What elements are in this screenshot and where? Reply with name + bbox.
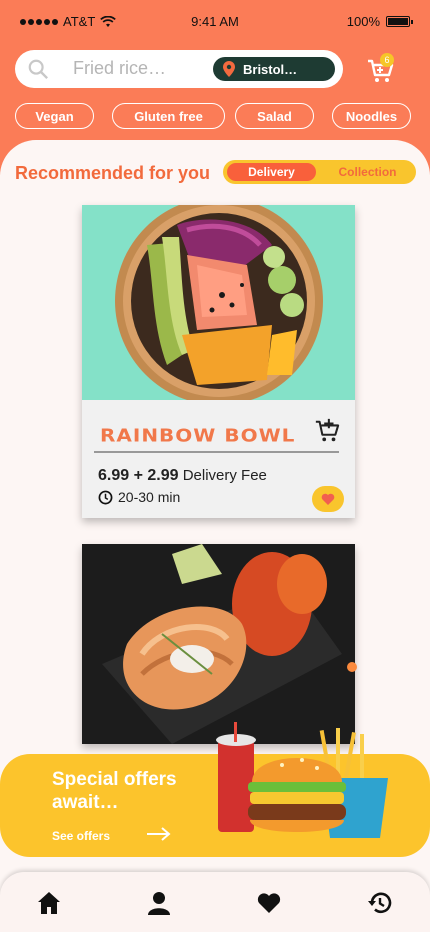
map-pin-icon xyxy=(223,61,235,77)
home-icon[interactable] xyxy=(36,890,62,916)
offer-title: Special offers await… xyxy=(52,769,177,813)
search-bar[interactable]: Bristol… xyxy=(15,50,343,88)
decorative-dot xyxy=(347,662,357,672)
divider xyxy=(94,451,339,453)
battery-label: 100% xyxy=(346,14,380,29)
location-selector[interactable]: Bristol… xyxy=(213,57,335,81)
food-card-2[interactable] xyxy=(82,544,355,744)
toggle-collection[interactable]: Collection xyxy=(323,163,412,181)
cart-badge: 6 xyxy=(380,53,394,67)
battery-icon xyxy=(386,16,413,27)
profile-icon[interactable] xyxy=(146,890,172,916)
delivery-toggle[interactable]: Delivery Collection xyxy=(223,160,416,184)
favorite-button[interactable] xyxy=(312,486,344,512)
location-label: Bristol… xyxy=(243,61,298,77)
bottom-tab-bar xyxy=(0,872,430,932)
see-offers-link[interactable]: See offers xyxy=(52,829,110,843)
food-image xyxy=(82,205,355,400)
food-image-2 xyxy=(82,544,355,744)
battery-status: 100% xyxy=(346,14,413,29)
food-name: RAINBOW BOWL xyxy=(100,424,296,446)
delivery-fee-label: Delivery Fee xyxy=(182,467,267,484)
food-card[interactable]: RAINBOW BOWL 6.99 + 2.99 Delivery Fee 20… xyxy=(82,205,355,518)
favorites-heart-icon[interactable] xyxy=(256,890,282,916)
toggle-delivery[interactable]: Delivery xyxy=(227,163,316,181)
chip-vegan[interactable]: Vegan xyxy=(15,103,94,129)
section-title: Recommended for you xyxy=(15,163,211,183)
arrow-right-icon[interactable] xyxy=(146,826,172,842)
chip-salad[interactable]: Salad xyxy=(235,103,314,129)
chip-gluten-free[interactable]: Gluten free xyxy=(112,103,225,129)
chip-noodles[interactable]: Noodles xyxy=(332,103,411,129)
price: 6.99 + 2.99 Delivery Fee xyxy=(98,467,267,485)
search-input[interactable] xyxy=(73,58,213,79)
burger-fries-illustration xyxy=(216,722,388,838)
add-to-cart-icon[interactable] xyxy=(314,418,340,444)
filter-chips: Vegan Gluten free Salad Noodles xyxy=(15,103,415,129)
delivery-time: 20-30 min xyxy=(98,489,180,505)
time-label: 20-30 min xyxy=(118,489,181,505)
status-bar: AT&T 9:41 AM 100% xyxy=(0,0,430,40)
price-value: 6.99 + 2.99 xyxy=(98,467,179,484)
search-icon[interactable] xyxy=(27,58,49,80)
history-icon[interactable] xyxy=(367,890,393,916)
clock-icon xyxy=(98,490,113,504)
heart-icon xyxy=(321,493,335,505)
